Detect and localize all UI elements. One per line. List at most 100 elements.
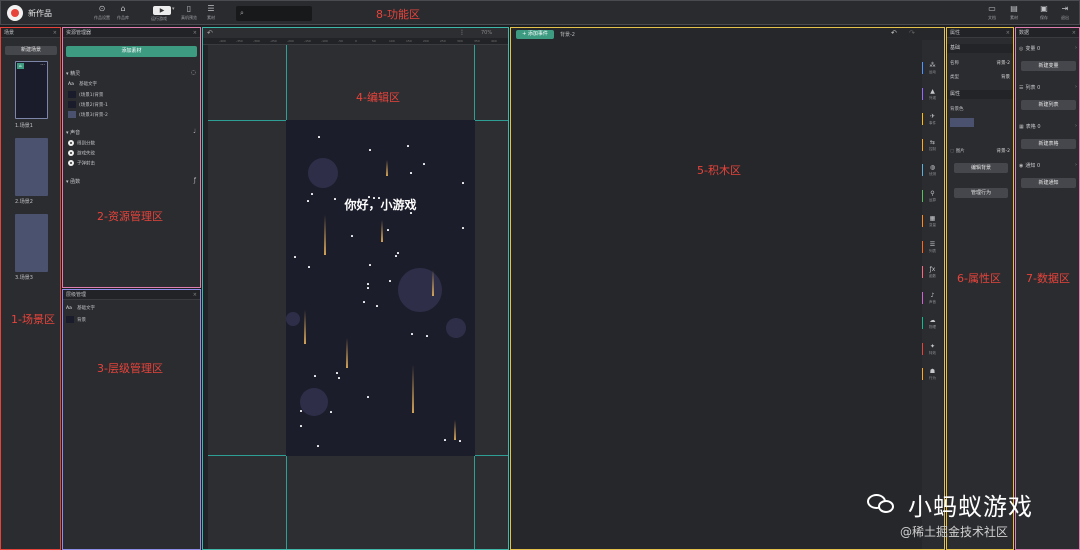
basic-section[interactable]: 基础	[947, 44, 1013, 53]
tool-function[interactable]: ƒx 函数	[922, 266, 943, 279]
microphone-icon[interactable]: ♩	[193, 128, 196, 135]
star	[369, 264, 371, 266]
tool-control[interactable]: ⇆ 控制	[922, 138, 943, 152]
material-button[interactable]: ▤ 素材	[1001, 4, 1027, 23]
list-section[interactable]: ☰ 列表 0 ›	[1019, 84, 1077, 91]
star	[410, 172, 412, 174]
close-icon[interactable]: ×	[193, 28, 197, 38]
new-table-button[interactable]: 新建表格	[1021, 139, 1076, 149]
star	[444, 439, 446, 441]
top-toolbar: 新作品 ⊙ 作品设置 ⌂ 作品库 ▶ ▾ 运行游戏 ▯ 真机预览 ☰ 素材 ⌕ …	[0, 0, 1080, 25]
adjust-icon[interactable]: ⫶	[461, 29, 463, 38]
notify-section[interactable]: ◉ 通知 0 ›	[1019, 162, 1077, 169]
layer-panel-header: 层级管理 ×	[63, 290, 200, 300]
sprite-item[interactable]: (场景2)背景-1	[68, 101, 108, 109]
zone-label-resource: 2-资源管理区	[97, 210, 163, 223]
canvas-text[interactable]: 你好，小游戏	[286, 196, 475, 213]
scene-panel-header: 场景 ×	[1, 28, 60, 38]
tool-sound[interactable]: ♪ 声音	[922, 291, 943, 305]
tool-look[interactable]: ▲ 外观	[922, 87, 943, 101]
exit-button[interactable]: ⇥ 退出	[1052, 4, 1078, 23]
play-button[interactable]: ▶	[153, 6, 171, 15]
tool-label: 行为	[929, 376, 936, 380]
sound-section[interactable]: ▾ 声音	[66, 129, 80, 136]
game-canvas[interactable]: 你好，小游戏	[286, 120, 475, 456]
undo-icon[interactable]: ↶	[207, 29, 213, 37]
chevron-down-icon[interactable]: ▾	[172, 6, 175, 12]
sound-item[interactable]: 游戏失败	[68, 150, 95, 158]
name-row: 名称 背景-2	[950, 61, 1010, 66]
undo-icon[interactable]: ↶	[891, 29, 897, 37]
tool-sensing[interactable]: ◍ 侦测	[922, 164, 943, 177]
tool-label: 侦测	[929, 172, 936, 176]
sound-item[interactable]: 子弹射击	[68, 160, 95, 168]
refresh-icon[interactable]: ◌	[191, 69, 196, 76]
star	[369, 149, 371, 151]
search-input[interactable]: ⌕	[236, 6, 312, 21]
new-variable-button[interactable]: 新建变量	[1021, 61, 1076, 71]
scene-thumbnail-3[interactable]	[15, 214, 48, 272]
tool-event[interactable]: ✈ 事件	[922, 113, 943, 126]
star	[351, 235, 353, 237]
search-icon: ⌕	[240, 9, 244, 17]
tool-behavior[interactable]: ☗ 行为	[922, 368, 943, 381]
menu-icon: ☰	[207, 4, 215, 13]
scene-thumbnail-1[interactable]: ⌂ ···	[15, 61, 48, 119]
new-scene-button[interactable]: 新建场景	[5, 46, 57, 55]
sprite-item[interactable]: (场景3)背景-2	[68, 111, 108, 119]
tool-operator[interactable]: ⚲ 运算	[922, 189, 943, 203]
meteor-streak	[412, 365, 414, 413]
attribute-section[interactable]: 属性	[947, 90, 1013, 99]
add-resource-button[interactable]: 添加素材	[66, 46, 197, 57]
tool-variable[interactable]: ▦ 变量	[922, 215, 943, 228]
add-event-button[interactable]: + 添加事件	[516, 30, 554, 39]
tool-special[interactable]: ✦ 特效	[922, 342, 943, 356]
edit-background-button[interactable]: 编辑背景	[954, 163, 1008, 173]
scene-thumbnail-2[interactable]	[15, 138, 48, 196]
ruler-tick: -300	[253, 39, 260, 43]
app-logo	[7, 5, 23, 21]
zoom-level[interactable]: 70%	[481, 30, 492, 36]
tool-motion[interactable]: ⁂ 运动	[922, 62, 943, 75]
function-icon[interactable]: ƒ	[194, 177, 196, 184]
tool-list[interactable]: ☰ 列表	[922, 240, 943, 254]
close-icon[interactable]: ×	[193, 290, 197, 300]
meteor-streak	[432, 270, 434, 296]
tool-physics[interactable]: ☁ 物理	[922, 317, 943, 330]
home-icon: ⌂	[17, 63, 24, 69]
star	[367, 283, 369, 285]
new-list-button[interactable]: 新建列表	[1021, 100, 1076, 110]
star	[363, 301, 365, 303]
assets-button[interactable]: ☰ 素材	[198, 4, 224, 23]
table-section[interactable]: ▦ 表格 0 ›	[1019, 123, 1077, 130]
sprite-section[interactable]: ▾ 精灵	[66, 70, 80, 77]
manage-behavior-button[interactable]: 管理行为	[954, 188, 1008, 198]
zone-label-editor: 4-编辑区	[356, 91, 400, 104]
close-icon[interactable]: ×	[53, 28, 57, 38]
new-notify-button[interactable]: 新建通知	[1021, 178, 1076, 188]
look-icon: ▲	[930, 87, 935, 95]
ruler-tick: 350	[474, 39, 480, 43]
image-row[interactable]: ▢ 图片 背景-2	[950, 148, 1010, 156]
redo-icon[interactable]: ↷	[909, 29, 915, 37]
watermark-subtitle: @稀土掘金技术社区	[900, 525, 1009, 539]
operator-icon: ⚲	[930, 189, 935, 197]
ruler-tick: 100	[389, 39, 395, 43]
more-icon[interactable]: ···	[40, 62, 45, 68]
sound-item[interactable]: 得到分数	[68, 140, 95, 148]
library-button[interactable]: ⌂ 作品库	[110, 4, 136, 23]
sprite-item[interactable]: Aa 基础文字	[68, 81, 97, 89]
scene-label-2: 2.场景2	[15, 199, 33, 205]
bg-color-swatch[interactable]	[950, 118, 974, 127]
ruler-tick: -350	[236, 39, 243, 43]
function-icon: ƒx	[929, 266, 936, 273]
variable-section[interactable]: ◎ 变量 0 ›	[1019, 45, 1077, 52]
function-section[interactable]: ▾ 函数	[66, 178, 80, 185]
close-icon[interactable]: ×	[1072, 28, 1076, 38]
sprite-item[interactable]: (场景1)背景	[68, 91, 103, 99]
layer-item[interactable]: Aa 基础文字	[66, 305, 95, 313]
close-icon[interactable]: ×	[1006, 28, 1010, 38]
event-icon: ✈	[929, 113, 936, 120]
layer-item[interactable]: 背景	[66, 316, 86, 324]
tool-label: 变量	[929, 223, 936, 227]
